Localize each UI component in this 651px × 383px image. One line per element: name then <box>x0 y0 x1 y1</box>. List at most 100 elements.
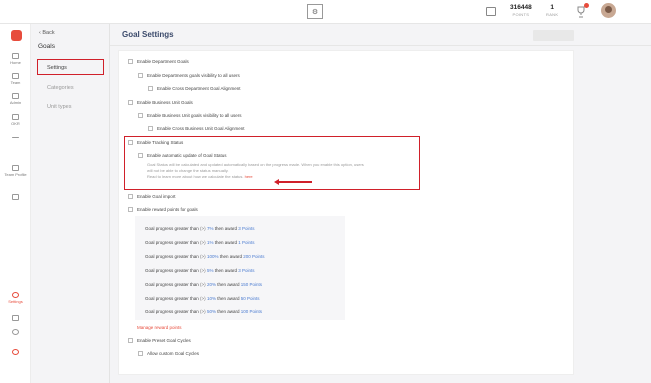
dept-goals-checkbox[interactable] <box>128 59 133 64</box>
bu-goals-checkbox[interactable] <box>128 100 133 105</box>
page-title: Goal Settings <box>122 30 174 39</box>
company-logo[interactable]: ⚙ <box>307 4 323 19</box>
rail-okr[interactable]: OKR <box>0 114 31 126</box>
rail-minus[interactable] <box>0 137 31 139</box>
gear-icon <box>12 329 19 335</box>
tracking-highlight-box <box>124 136 420 190</box>
preset-cycles-label: Enable Preset Goal Cycles <box>137 338 191 343</box>
reward-rule: Goal progress greater than (>) 7% then a… <box>145 226 255 231</box>
rule-mid: then award <box>214 268 237 273</box>
rail-team-profile[interactable]: Team Profile <box>0 165 31 177</box>
rule-op: (>) <box>200 254 206 259</box>
avatar[interactable] <box>601 3 616 18</box>
trophy-icon[interactable] <box>576 3 589 18</box>
rail-gear[interactable] <box>0 329 31 336</box>
rail-grid[interactable] <box>0 194 31 201</box>
rail-settings[interactable]: Settings <box>0 292 31 304</box>
top-bar: ⚙ 316448 POINTS 1 RANK <box>0 0 651 24</box>
preset-cycles-checkbox[interactable] <box>128 338 133 343</box>
rule-prefix: Goal progress greater than <box>145 226 199 231</box>
okr-icon <box>12 114 19 120</box>
dept-visibility-label: Enable Departments goals visibility to a… <box>147 73 240 78</box>
rule-pct[interactable]: 20% <box>207 282 216 287</box>
back-link[interactable]: ‹ Back <box>39 30 55 36</box>
subnav-section-title: Goals <box>38 43 55 50</box>
settings-highlight-box <box>37 59 104 75</box>
rail-label: Home <box>10 60 21 65</box>
rail-label: Settings <box>8 299 23 304</box>
goal-import-checkbox[interactable] <box>128 194 133 199</box>
rank-value: 1 <box>550 4 554 11</box>
rail-home[interactable]: Home <box>0 53 31 65</box>
rule-pct[interactable]: 1% <box>207 240 214 245</box>
rule-op: (>) <box>200 282 206 287</box>
megaphone-icon[interactable] <box>486 7 496 16</box>
rule-points[interactable]: 3 Points <box>238 226 254 231</box>
manage-reward-points-link[interactable]: Manage reward points <box>137 325 182 330</box>
subnav-item-unit-types[interactable]: Unit types <box>47 104 71 110</box>
dept-cross-label: Enable Cross Department Goal Alignment <box>157 86 241 91</box>
rail-label: OKR <box>11 121 20 126</box>
minus-icon <box>12 137 19 138</box>
bu-cross-checkbox[interactable] <box>148 126 153 131</box>
dept-visibility-checkbox[interactable] <box>138 73 143 78</box>
rail-help[interactable] <box>0 349 31 356</box>
rank-stat[interactable]: 1 RANK <box>546 4 558 17</box>
bu-goals-label: Enable Business Unit Goals <box>137 100 193 105</box>
points-stat[interactable]: 316448 POINTS <box>510 4 532 17</box>
reward-rule: Goal progress greater than (>) 10% then … <box>145 296 260 301</box>
reward-points-checkbox[interactable] <box>128 207 133 212</box>
rule-mid: then award <box>214 226 237 231</box>
bu-visibility-checkbox[interactable] <box>138 113 143 118</box>
custom-cycles-checkbox[interactable] <box>138 351 143 356</box>
rail-admin[interactable]: Admin <box>0 93 31 105</box>
dept-cross-checkbox[interactable] <box>148 86 153 91</box>
rule-prefix: Goal progress greater than <box>145 296 199 301</box>
points-value: 316448 <box>510 4 532 11</box>
rule-points[interactable]: 200 Points <box>243 254 264 259</box>
rule-pct[interactable]: 7% <box>207 226 214 231</box>
dept-goals-label: Enable Department Goals <box>137 59 189 64</box>
reward-rule: Goal progress greater than (>) 1% then a… <box>145 240 255 245</box>
rule-mid: then award <box>217 309 240 314</box>
points-label: POINTS <box>512 12 530 17</box>
annotation-arrow <box>274 179 312 184</box>
rule-mid: then award <box>217 282 240 287</box>
rule-prefix: Goal progress greater than <box>145 309 199 314</box>
custom-cycles-label: Allow custom Goal Cycles <box>147 351 200 356</box>
grid-icon <box>12 194 19 200</box>
settings-icon <box>12 292 19 298</box>
rule-pct[interactable]: 10% <box>207 296 216 301</box>
goal-import-label: Enable Goal import <box>137 194 176 199</box>
team-icon <box>12 73 19 79</box>
save-button[interactable] <box>533 30 574 41</box>
logo-glyph: ⚙ <box>311 8 319 16</box>
reward-rule: Goal progress greater than (>) 5% then a… <box>145 268 255 273</box>
back-label: Back <box>42 30 55 36</box>
rule-points[interactable]: 1 Points <box>238 240 254 245</box>
rule-points[interactable]: 50 Points <box>241 296 260 301</box>
rule-points[interactable]: 100 Points <box>241 309 262 314</box>
rail-label: Team Profile <box>4 172 27 177</box>
rule-points[interactable]: 3 Points <box>238 268 254 273</box>
reward-points-label: Enable reward points for goals <box>137 207 198 212</box>
rule-prefix: Goal progress greater than <box>145 254 199 259</box>
rail-download[interactable] <box>0 315 31 322</box>
rule-pct[interactable]: 5% <box>207 268 214 273</box>
subnav-item-categories[interactable]: Categories <box>47 85 74 91</box>
rule-op: (>) <box>200 309 206 314</box>
bu-cross-label: Enable Cross Business Unit Goal Alignmen… <box>157 126 245 131</box>
rule-op: (>) <box>200 268 206 273</box>
admin-icon <box>12 93 19 99</box>
reward-rule: Goal progress greater than (>) 50% then … <box>145 309 262 314</box>
notification-dot <box>584 3 589 8</box>
rule-points[interactable]: 150 Points <box>241 282 262 287</box>
rail-team[interactable]: Team <box>0 73 31 85</box>
rule-pct[interactable]: 50% <box>207 309 216 314</box>
app-switcher-icon[interactable] <box>11 30 22 41</box>
rule-prefix: Goal progress greater than <box>145 240 199 245</box>
rule-pct[interactable]: 100% <box>207 254 219 259</box>
reward-rule: Goal progress greater than (>) 100% then… <box>145 254 265 259</box>
rule-prefix: Goal progress greater than <box>145 268 199 273</box>
rule-op: (>) <box>200 240 206 245</box>
